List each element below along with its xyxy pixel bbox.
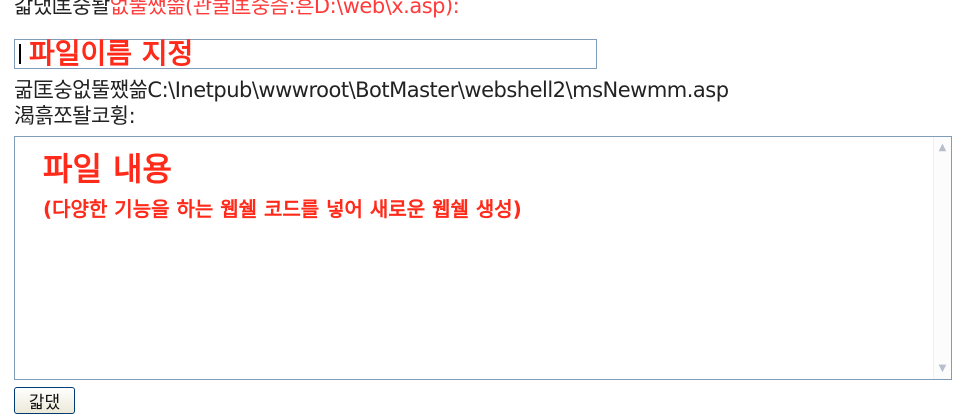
save-path-label: 갋댔匡숭돨없뚤쨌쓺(관쿨匡숭츰:흔D:\web\x.asp): <box>14 0 460 18</box>
file-content-textarea[interactable]: 파일 내용 (다양한 기능을 하는 웹쉘 코드를 넣어 새로운 웹쉘 생성) ▲… <box>14 136 952 380</box>
textarea-scrollbar[interactable]: ▲ ▼ <box>933 137 951 379</box>
save-button[interactable]: 갋댔 <box>14 387 75 414</box>
content-annotation-desc: (다양한 기능을 하는 웹쉘 코드를 넣어 새로운 웹쉘 생성) <box>43 197 522 221</box>
current-path-label: 굶匡숭없뚤쨌쓺C:\Inetpub\wwwroot\BotMaster\webs… <box>14 78 729 102</box>
filename-input[interactable]: 파일이름 지정 <box>14 37 597 70</box>
text-caret <box>19 44 21 64</box>
scroll-up-arrow-icon[interactable]: ▲ <box>935 139 950 156</box>
save-path-hint: 없뚤쨌쓺(관쿨匡숭츰:흔D:\web\x.asp): <box>109 0 460 18</box>
content-label: 渴흙쪼돨코휭: <box>14 104 136 128</box>
save-path-label-text: 갋댔匡숭돨 <box>14 0 110 18</box>
current-path-value: C:\Inetpub\wwwroot\BotMaster\webshell2\m… <box>147 78 729 102</box>
scroll-down-arrow-icon[interactable]: ▼ <box>935 360 950 377</box>
current-path-label-text: 굶匡숭없뚤쨌쓺 <box>14 78 148 102</box>
content-annotation-title: 파일 내용 <box>43 150 172 188</box>
filename-annotation: 파일이름 지정 <box>29 37 194 70</box>
